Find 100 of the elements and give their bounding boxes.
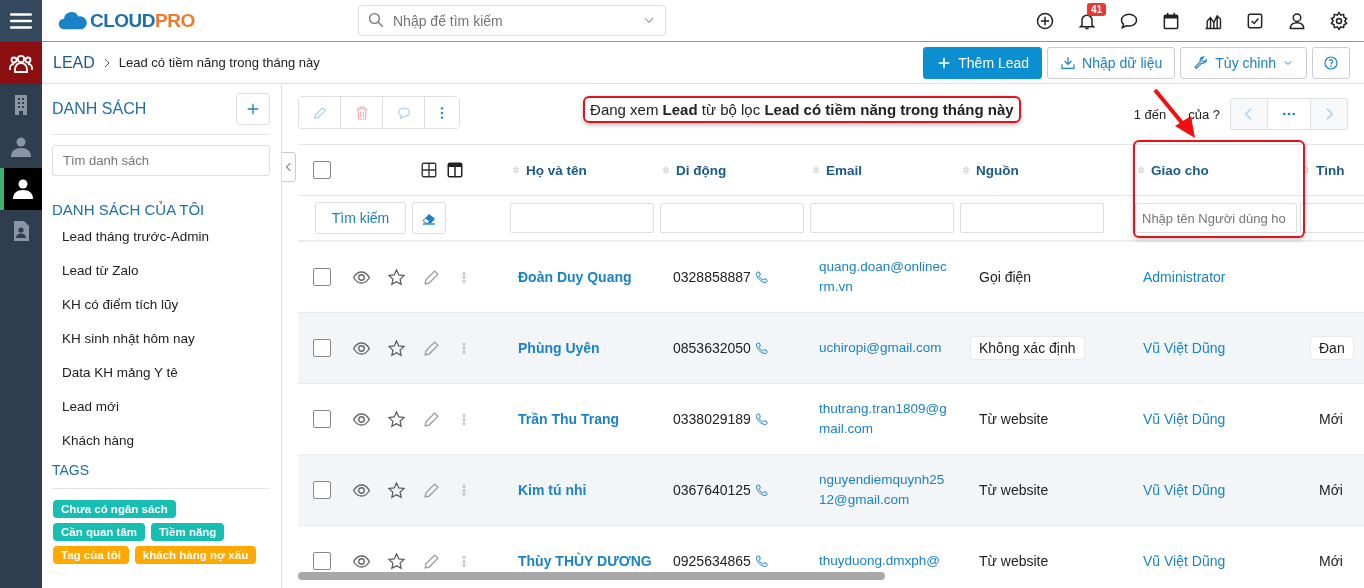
phone-number: 0925634865 xyxy=(672,553,751,569)
pencil-icon[interactable] xyxy=(422,267,441,287)
star-icon[interactable] xyxy=(387,338,406,358)
checkbox[interactable] xyxy=(313,552,331,570)
search-icon xyxy=(367,11,385,29)
sort-icon xyxy=(960,164,972,176)
section-title: DANH SÁCH CỦA TÔI xyxy=(52,201,206,218)
list-item[interactable]: Data KH mảng Y tê xyxy=(52,364,270,398)
email-link[interactable]: quang.doan@onlinecrm.vn xyxy=(810,257,949,297)
checkbox[interactable] xyxy=(313,410,331,428)
person-icon xyxy=(11,177,35,201)
add-list-button[interactable] xyxy=(236,93,270,125)
email-link[interactable]: thutrang.tran1809@gmail.com xyxy=(810,399,949,439)
search-field[interactable]: Tìm danh sách xyxy=(52,145,270,176)
search-field[interactable]: Nhập để tìm kiếm xyxy=(358,5,666,36)
pencil-icon[interactable] xyxy=(422,409,441,429)
breadcrumb-link[interactable]: LEAD xyxy=(53,53,95,72)
filter-field[interactable]: Nhập tên Người dùng ho xyxy=(1135,203,1297,233)
assignee-link[interactable]: Vũ Việt Dũng xyxy=(1135,340,1226,356)
settings-icon[interactable] xyxy=(1329,10,1349,31)
import-button[interactable]: Nhập dữ liệu xyxy=(1047,46,1176,79)
filter-field[interactable] xyxy=(510,203,654,233)
checkbox[interactable] xyxy=(313,268,331,286)
filter-field[interactable] xyxy=(660,203,804,233)
pencil-icon[interactable] xyxy=(422,338,441,358)
add-lead-button[interactable]: Thêm Lead xyxy=(923,46,1043,79)
source-text: Từ website xyxy=(978,481,1050,500)
tag[interactable]: Cần quan tâm xyxy=(53,523,146,541)
email-link[interactable]: thuyduong.dmxph@ xyxy=(810,551,949,571)
phone-number: 0853632050 xyxy=(672,340,751,356)
clear-filter-button[interactable] xyxy=(412,202,446,234)
phone-icon[interactable] xyxy=(753,269,769,285)
menu-tab[interactable] xyxy=(0,0,42,42)
star-icon[interactable] xyxy=(387,267,406,287)
notification-badge: 41 xyxy=(1087,2,1107,16)
source-text: Từ website xyxy=(978,552,1050,571)
phone-number: 0338029189 xyxy=(672,411,751,427)
list-item[interactable]: Lead từ Zalo xyxy=(52,262,270,296)
column-header[interactable]: Tình xyxy=(1300,145,1364,195)
phone-icon[interactable] xyxy=(753,482,769,498)
list-item[interactable]: Khách hàng xyxy=(52,432,270,450)
phone-icon[interactable] xyxy=(753,340,769,356)
list-item[interactable]: Lead tháng trước-Admin xyxy=(52,228,270,262)
collapse-button[interactable] xyxy=(282,152,296,182)
scrollbar[interactable] xyxy=(298,572,885,580)
status-text: Mới xyxy=(1318,481,1344,500)
tag[interactable]: Tiềm năng xyxy=(151,523,225,541)
add-icon[interactable] xyxy=(1035,10,1055,31)
checkbox[interactable] xyxy=(313,161,331,179)
lead-name-link[interactable]: Thùy THÙY DƯƠNG xyxy=(510,553,652,569)
status-text: Mới xyxy=(1318,552,1344,571)
pencil-icon xyxy=(311,104,328,121)
column-header[interactable]: Giao cho xyxy=(1135,145,1300,195)
pencil-icon[interactable] xyxy=(422,551,441,571)
lead-name-link[interactable]: Trần Thu Trang xyxy=(510,411,620,427)
column-header[interactable]: Di động xyxy=(660,145,810,195)
pencil-icon[interactable] xyxy=(422,480,441,500)
grid-icon[interactable] xyxy=(420,161,438,179)
help-button[interactable] xyxy=(1312,46,1350,79)
sort-icon xyxy=(510,164,522,176)
list-item[interactable]: Lead mới xyxy=(52,398,270,432)
filter-field[interactable] xyxy=(960,203,1104,233)
status-text: Mới xyxy=(1318,410,1344,429)
lead-name-link[interactable]: Kim tú nhi xyxy=(510,482,587,498)
phone-icon[interactable] xyxy=(753,553,769,569)
logo[interactable]: CLOUDPRO xyxy=(58,9,358,32)
column-header[interactable]: Nguồn xyxy=(960,145,1135,195)
lead-name-link[interactable]: Đoàn Duy Quang xyxy=(510,269,632,285)
list-item[interactable]: KH sinh nhật hôm nay xyxy=(52,330,270,364)
assignee-link[interactable]: Administrator xyxy=(1135,269,1226,285)
assignee-link[interactable]: Vũ Việt Dũng xyxy=(1135,482,1226,498)
checkbox[interactable] xyxy=(313,339,331,357)
assignee-link[interactable]: Vũ Việt Dũng xyxy=(1135,553,1226,569)
assignee-link[interactable]: Vũ Việt Dũng xyxy=(1135,411,1226,427)
customize-button[interactable]: Tùy chỉnh xyxy=(1180,46,1307,79)
email-link[interactable]: nguyendiemquynh2512@gmail.com xyxy=(810,470,949,510)
users-tab[interactable] xyxy=(0,42,42,84)
phone-number: 0367640125 xyxy=(672,482,751,498)
list-item[interactable]: KH có điểm tích lũy xyxy=(52,296,270,330)
star-icon[interactable] xyxy=(387,480,406,500)
person-tab[interactable] xyxy=(0,168,42,210)
calendar-icon[interactable] xyxy=(1161,10,1181,31)
phone-number: 0328858887 xyxy=(672,269,751,285)
star-icon[interactable] xyxy=(387,409,406,429)
pagination-text: 1 đến xyxy=(1133,106,1167,122)
column-header[interactable]: Họ và tên xyxy=(510,145,660,195)
column-header[interactable]: Email xyxy=(810,145,960,195)
lead-name-link[interactable]: Phùng Uyên xyxy=(510,340,600,356)
user-icon[interactable] xyxy=(1287,10,1307,31)
layout-icon[interactable] xyxy=(446,161,464,179)
sort-icon xyxy=(1135,164,1147,176)
filter-field[interactable] xyxy=(810,203,954,233)
filter-banner: Đang xem Lead từ bộ lọc Lead có tiềm năng trong tháng này xyxy=(583,95,1021,123)
phone-icon[interactable] xyxy=(753,411,769,427)
email-link[interactable]: uchiropi@gmail.com xyxy=(810,338,949,358)
plus-icon xyxy=(245,101,261,117)
tag[interactable]: Chưa có ngân sách xyxy=(53,500,176,518)
search-button[interactable]: Tìm kiếm xyxy=(315,202,406,234)
checkbox[interactable] xyxy=(313,481,331,499)
star-icon[interactable] xyxy=(387,551,406,571)
